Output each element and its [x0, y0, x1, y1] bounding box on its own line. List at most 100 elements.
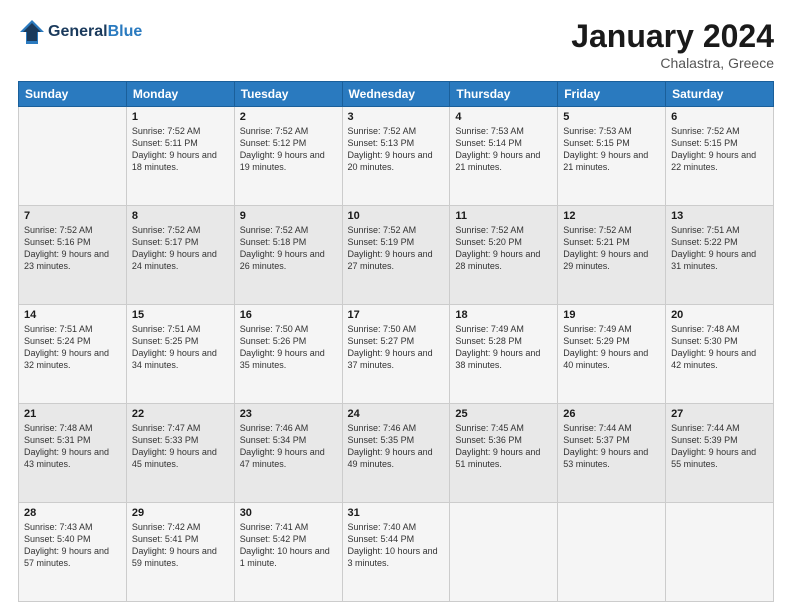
daylight-text: Daylight: 10 hours and 3 minutes.: [348, 546, 438, 568]
calendar-week-row: 21 Sunrise: 7:48 AM Sunset: 5:31 PM Dayl…: [19, 404, 774, 503]
daylight-text: Daylight: 9 hours and 21 minutes.: [455, 150, 540, 172]
sunset-text: Sunset: 5:14 PM: [455, 138, 522, 148]
sunrise-text: Sunrise: 7:53 AM: [563, 126, 632, 136]
sunset-text: Sunset: 5:18 PM: [240, 237, 307, 247]
table-row: 18 Sunrise: 7:49 AM Sunset: 5:28 PM Dayl…: [450, 305, 558, 404]
sunset-text: Sunset: 5:44 PM: [348, 534, 415, 544]
day-number: 17: [348, 309, 445, 321]
sunrise-text: Sunrise: 7:52 AM: [24, 225, 93, 235]
table-row: 14 Sunrise: 7:51 AM Sunset: 5:24 PM Dayl…: [19, 305, 127, 404]
day-number: 20: [671, 309, 768, 321]
daylight-text: Daylight: 9 hours and 31 minutes.: [671, 249, 756, 271]
daylight-text: Daylight: 9 hours and 23 minutes.: [24, 249, 109, 271]
table-row: 7 Sunrise: 7:52 AM Sunset: 5:16 PM Dayli…: [19, 206, 127, 305]
calendar-week-row: 14 Sunrise: 7:51 AM Sunset: 5:24 PM Dayl…: [19, 305, 774, 404]
sunset-text: Sunset: 5:27 PM: [348, 336, 415, 346]
day-number: 31: [348, 507, 445, 519]
sunrise-text: Sunrise: 7:52 AM: [132, 126, 201, 136]
day-number: 27: [671, 408, 768, 420]
location: Chalastra, Greece: [571, 55, 774, 71]
sunset-text: Sunset: 5:31 PM: [24, 435, 91, 445]
header-friday: Friday: [558, 82, 666, 107]
header-tuesday: Tuesday: [234, 82, 342, 107]
daylight-text: Daylight: 9 hours and 47 minutes.: [240, 447, 325, 469]
cell-content: Sunrise: 7:52 AM Sunset: 5:19 PM Dayligh…: [348, 224, 445, 273]
sunrise-text: Sunrise: 7:51 AM: [24, 324, 93, 334]
table-row: 25 Sunrise: 7:45 AM Sunset: 5:36 PM Dayl…: [450, 404, 558, 503]
day-number: 16: [240, 309, 337, 321]
calendar-table: Sunday Monday Tuesday Wednesday Thursday…: [18, 81, 774, 602]
sunset-text: Sunset: 5:40 PM: [24, 534, 91, 544]
sunset-text: Sunset: 5:21 PM: [563, 237, 630, 247]
daylight-text: Daylight: 9 hours and 45 minutes.: [132, 447, 217, 469]
table-row: [450, 503, 558, 602]
sunrise-text: Sunrise: 7:52 AM: [132, 225, 201, 235]
header-sunday: Sunday: [19, 82, 127, 107]
cell-content: Sunrise: 7:46 AM Sunset: 5:34 PM Dayligh…: [240, 422, 337, 471]
sunrise-text: Sunrise: 7:51 AM: [671, 225, 740, 235]
cell-content: Sunrise: 7:52 AM Sunset: 5:17 PM Dayligh…: [132, 224, 229, 273]
sunset-text: Sunset: 5:35 PM: [348, 435, 415, 445]
cell-content: Sunrise: 7:45 AM Sunset: 5:36 PM Dayligh…: [455, 422, 552, 471]
day-number: 9: [240, 210, 337, 222]
day-number: 11: [455, 210, 552, 222]
header-wednesday: Wednesday: [342, 82, 450, 107]
sunset-text: Sunset: 5:13 PM: [348, 138, 415, 148]
table-row: 1 Sunrise: 7:52 AM Sunset: 5:11 PM Dayli…: [126, 107, 234, 206]
day-number: 6: [671, 111, 768, 123]
cell-content: Sunrise: 7:51 AM Sunset: 5:25 PM Dayligh…: [132, 323, 229, 372]
sunrise-text: Sunrise: 7:43 AM: [24, 522, 93, 532]
header-monday: Monday: [126, 82, 234, 107]
cell-content: Sunrise: 7:52 AM Sunset: 5:20 PM Dayligh…: [455, 224, 552, 273]
sunrise-text: Sunrise: 7:52 AM: [348, 225, 417, 235]
logo-icon: [18, 18, 46, 46]
cell-content: Sunrise: 7:52 AM Sunset: 5:12 PM Dayligh…: [240, 125, 337, 174]
sunrise-text: Sunrise: 7:44 AM: [563, 423, 632, 433]
cell-content: Sunrise: 7:52 AM Sunset: 5:18 PM Dayligh…: [240, 224, 337, 273]
daylight-text: Daylight: 9 hours and 40 minutes.: [563, 348, 648, 370]
sunset-text: Sunset: 5:36 PM: [455, 435, 522, 445]
title-block: January 2024 Chalastra, Greece: [571, 18, 774, 71]
day-number: 8: [132, 210, 229, 222]
day-number: 28: [24, 507, 121, 519]
table-row: 3 Sunrise: 7:52 AM Sunset: 5:13 PM Dayli…: [342, 107, 450, 206]
daylight-text: Daylight: 9 hours and 57 minutes.: [24, 546, 109, 568]
table-row: 15 Sunrise: 7:51 AM Sunset: 5:25 PM Dayl…: [126, 305, 234, 404]
cell-content: Sunrise: 7:52 AM Sunset: 5:16 PM Dayligh…: [24, 224, 121, 273]
sunset-text: Sunset: 5:24 PM: [24, 336, 91, 346]
daylight-text: Daylight: 9 hours and 32 minutes.: [24, 348, 109, 370]
daylight-text: Daylight: 10 hours and 1 minute.: [240, 546, 330, 568]
table-row: 28 Sunrise: 7:43 AM Sunset: 5:40 PM Dayl…: [19, 503, 127, 602]
cell-content: Sunrise: 7:49 AM Sunset: 5:29 PM Dayligh…: [563, 323, 660, 372]
table-row: 5 Sunrise: 7:53 AM Sunset: 5:15 PM Dayli…: [558, 107, 666, 206]
daylight-text: Daylight: 9 hours and 21 minutes.: [563, 150, 648, 172]
sunrise-text: Sunrise: 7:45 AM: [455, 423, 524, 433]
sunrise-text: Sunrise: 7:52 AM: [240, 225, 309, 235]
sunrise-text: Sunrise: 7:50 AM: [348, 324, 417, 334]
sunrise-text: Sunrise: 7:46 AM: [240, 423, 309, 433]
daylight-text: Daylight: 9 hours and 18 minutes.: [132, 150, 217, 172]
sunrise-text: Sunrise: 7:52 AM: [348, 126, 417, 136]
sunset-text: Sunset: 5:22 PM: [671, 237, 738, 247]
sunset-text: Sunset: 5:12 PM: [240, 138, 307, 148]
daylight-text: Daylight: 9 hours and 27 minutes.: [348, 249, 433, 271]
sunrise-text: Sunrise: 7:42 AM: [132, 522, 201, 532]
table-row: 26 Sunrise: 7:44 AM Sunset: 5:37 PM Dayl…: [558, 404, 666, 503]
sunrise-text: Sunrise: 7:51 AM: [132, 324, 201, 334]
daylight-text: Daylight: 9 hours and 53 minutes.: [563, 447, 648, 469]
daylight-text: Daylight: 9 hours and 24 minutes.: [132, 249, 217, 271]
sunset-text: Sunset: 5:16 PM: [24, 237, 91, 247]
daylight-text: Daylight: 9 hours and 34 minutes.: [132, 348, 217, 370]
calendar-week-row: 1 Sunrise: 7:52 AM Sunset: 5:11 PM Dayli…: [19, 107, 774, 206]
day-number: 7: [24, 210, 121, 222]
daylight-text: Daylight: 9 hours and 29 minutes.: [563, 249, 648, 271]
sunrise-text: Sunrise: 7:46 AM: [348, 423, 417, 433]
cell-content: Sunrise: 7:41 AM Sunset: 5:42 PM Dayligh…: [240, 521, 337, 570]
sunset-text: Sunset: 5:39 PM: [671, 435, 738, 445]
cell-content: Sunrise: 7:53 AM Sunset: 5:14 PM Dayligh…: [455, 125, 552, 174]
table-row: 31 Sunrise: 7:40 AM Sunset: 5:44 PM Dayl…: [342, 503, 450, 602]
day-number: 29: [132, 507, 229, 519]
daylight-text: Daylight: 9 hours and 59 minutes.: [132, 546, 217, 568]
daylight-text: Daylight: 9 hours and 37 minutes.: [348, 348, 433, 370]
cell-content: Sunrise: 7:43 AM Sunset: 5:40 PM Dayligh…: [24, 521, 121, 570]
